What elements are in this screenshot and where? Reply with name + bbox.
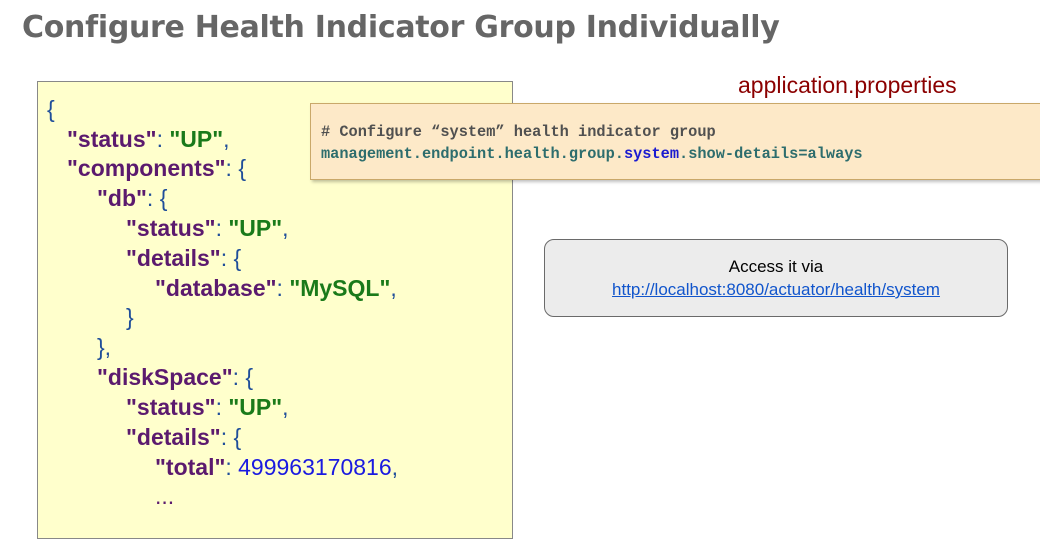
db-close: }, [97, 334, 112, 360]
status-key: "status" [67, 126, 157, 152]
json-line: }, [97, 332, 111, 362]
open-brace: { [47, 96, 55, 122]
json-line: "status": "UP", [126, 215, 289, 241]
components-key: "components" [67, 155, 226, 181]
disk-details-key: "details" [126, 424, 221, 450]
config-comment: # Configure “system” health indicator gr… [321, 123, 716, 141]
json-line: "status": "UP", [126, 394, 289, 420]
json-line: "db": { [97, 185, 168, 211]
health-system-link[interactable]: http://localhost:8080/actuator/health/sy… [545, 280, 1007, 300]
json-line: ... [155, 481, 174, 511]
db-status-key: "status" [126, 215, 216, 241]
properties-file-label: application.properties [738, 72, 957, 98]
total-value: 499963170816 [238, 454, 392, 480]
json-line: "total": 499963170816, [155, 454, 399, 480]
page-title: Configure Health Indicator Group Individ… [22, 10, 780, 45]
db-status-value: "UP" [228, 215, 283, 241]
db-details-close: } [126, 304, 134, 330]
properties-code-box: # Configure “system” health indicator gr… [310, 103, 1040, 180]
db-details-key: "details" [126, 245, 221, 271]
diskspace-key: "diskSpace" [97, 364, 233, 390]
ellipsis: ... [155, 483, 175, 509]
status-value: "UP" [169, 126, 224, 152]
property-prefix: management.endpoint.health.group. [321, 145, 624, 163]
config-property-line: management.endpoint.health.group.system.… [321, 144, 863, 164]
json-line: } [126, 302, 134, 332]
property-group: system [623, 145, 680, 163]
database-key: "database" [155, 275, 277, 301]
json-line: "details": { [126, 424, 242, 450]
disk-status-key: "status" [126, 394, 216, 420]
json-line: "status": "UP", [67, 126, 230, 152]
json-line: "components": { [67, 155, 247, 181]
database-value: "MySQL" [289, 275, 391, 301]
db-key: "db" [97, 185, 147, 211]
disk-status-value: "UP" [228, 394, 283, 420]
total-key: "total" [155, 454, 226, 480]
access-text: Access it via [728, 257, 824, 276]
property-suffix: .show-details=always [679, 145, 863, 163]
json-line: { [47, 94, 55, 124]
json-line: "database": "MySQL", [155, 275, 397, 301]
access-callout: Access it via http://localhost:8080/actu… [544, 239, 1008, 317]
json-line: "details": { [126, 245, 242, 271]
json-line: "diskSpace": { [97, 364, 254, 390]
